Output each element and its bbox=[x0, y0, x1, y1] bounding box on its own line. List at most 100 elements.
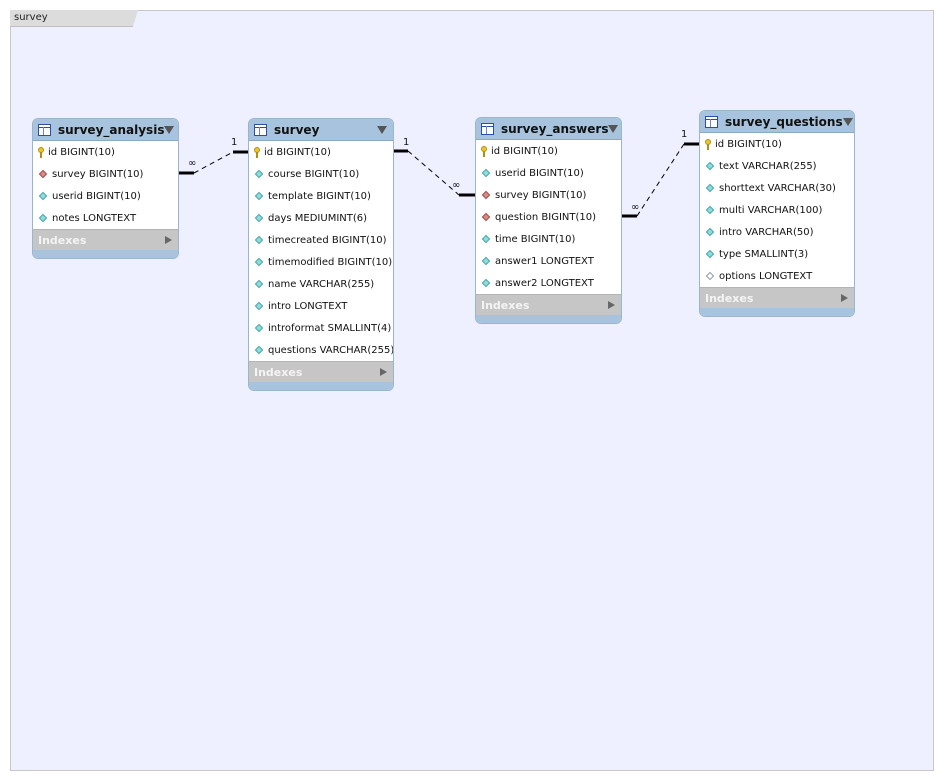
foreign-key-icon bbox=[481, 212, 491, 222]
column-label: days MEDIUMINT(6) bbox=[268, 212, 368, 224]
column-label: survey BIGINT(10) bbox=[52, 168, 144, 180]
column-row[interactable]: shorttext VARCHAR(30) bbox=[700, 177, 854, 199]
foreign-key-icon bbox=[38, 169, 48, 179]
collapse-arrow-icon[interactable] bbox=[608, 124, 619, 133]
column-row[interactable]: userid BIGINT(10) bbox=[476, 162, 621, 184]
indexes-section[interactable]: Indexes bbox=[33, 229, 178, 250]
column-row[interactable]: text VARCHAR(255) bbox=[700, 155, 854, 177]
entity-footer bbox=[700, 308, 854, 316]
column-label: time BIGINT(10) bbox=[495, 233, 576, 245]
nullable-column-icon bbox=[705, 271, 715, 281]
relationship-answers-questions[interactable]: ∞ 1 bbox=[622, 129, 699, 218]
collapse-arrow-icon[interactable] bbox=[164, 125, 175, 134]
relationship-survey-answers[interactable]: 1 ∞ bbox=[394, 137, 475, 197]
column-label: course BIGINT(10) bbox=[268, 168, 360, 180]
relationship-analysis-survey[interactable]: ∞ 1 bbox=[179, 137, 248, 175]
column-row[interactable]: time BIGINT(10) bbox=[476, 228, 621, 250]
column-icon bbox=[254, 191, 264, 201]
entity-footer bbox=[476, 315, 621, 323]
entity-survey-answers[interactable]: survey_answers id BIGINT(10) userid BIGI… bbox=[475, 117, 622, 324]
column-row[interactable]: timecreated BIGINT(10) bbox=[249, 229, 393, 251]
column-label: intro VARCHAR(50) bbox=[719, 226, 814, 238]
column-icon bbox=[481, 278, 491, 288]
column-label: notes LONGTEXT bbox=[52, 212, 137, 224]
collapse-arrow-icon[interactable] bbox=[842, 117, 853, 126]
column-row[interactable]: days MEDIUMINT(6) bbox=[249, 207, 393, 229]
column-row[interactable]: id BIGINT(10) bbox=[249, 141, 393, 163]
entity-footer bbox=[33, 250, 178, 258]
column-label: intro LONGTEXT bbox=[268, 300, 348, 312]
column-row[interactable]: template BIGINT(10) bbox=[249, 185, 393, 207]
column-row[interactable]: id BIGINT(10) bbox=[476, 140, 621, 162]
indexes-label: Indexes bbox=[481, 298, 530, 312]
column-row[interactable]: introformat SMALLINT(4) bbox=[249, 317, 393, 339]
column-icon bbox=[254, 323, 264, 333]
column-row[interactable]: questions VARCHAR(255) bbox=[249, 339, 393, 361]
column-list: id BIGINT(10) userid BIGINT(10) survey B… bbox=[476, 140, 621, 294]
column-label: id BIGINT(10) bbox=[264, 146, 331, 158]
rel-cardinality-many: ∞ bbox=[631, 202, 639, 213]
expand-arrow-icon[interactable] bbox=[165, 236, 172, 244]
column-label: questions VARCHAR(255) bbox=[268, 344, 394, 356]
column-list: id BIGINT(10) course BIGINT(10) template… bbox=[249, 141, 393, 361]
entity-header[interactable]: survey_answers bbox=[476, 118, 621, 140]
column-row[interactable]: type SMALLINT(3) bbox=[700, 243, 854, 265]
column-label: text VARCHAR(255) bbox=[719, 160, 817, 172]
column-row[interactable]: answer1 LONGTEXT bbox=[476, 250, 621, 272]
column-icon bbox=[254, 169, 264, 179]
column-icon bbox=[254, 213, 264, 223]
column-row[interactable]: options LONGTEXT bbox=[700, 265, 854, 287]
column-row[interactable]: question BIGINT(10) bbox=[476, 206, 621, 228]
column-row[interactable]: survey BIGINT(10) bbox=[33, 163, 178, 185]
entity-header[interactable]: survey bbox=[249, 119, 393, 141]
column-row[interactable]: answer2 LONGTEXT bbox=[476, 272, 621, 294]
column-label: name VARCHAR(255) bbox=[268, 278, 375, 290]
rel-connector bbox=[193, 151, 234, 174]
column-icon bbox=[705, 249, 715, 259]
entity-header[interactable]: survey_questions bbox=[700, 111, 854, 133]
rel-cardinality-many: ∞ bbox=[188, 158, 196, 169]
entity-title: survey bbox=[274, 122, 320, 137]
column-label: userid BIGINT(10) bbox=[495, 167, 584, 179]
column-row[interactable]: course BIGINT(10) bbox=[249, 163, 393, 185]
column-label: question BIGINT(10) bbox=[495, 211, 597, 223]
column-icon bbox=[481, 256, 491, 266]
column-label: multi VARCHAR(100) bbox=[719, 204, 823, 216]
indexes-section[interactable]: Indexes bbox=[476, 294, 621, 315]
column-label: type SMALLINT(3) bbox=[719, 248, 809, 260]
column-row[interactable]: name VARCHAR(255) bbox=[249, 273, 393, 295]
column-label: timemodified BIGINT(10) bbox=[268, 256, 393, 268]
column-icon bbox=[705, 183, 715, 193]
column-label: timecreated BIGINT(10) bbox=[268, 234, 387, 246]
indexes-section[interactable]: Indexes bbox=[700, 287, 854, 308]
expand-arrow-icon[interactable] bbox=[841, 294, 848, 302]
column-row[interactable]: timemodified BIGINT(10) bbox=[249, 251, 393, 273]
entity-title: survey_analysis bbox=[58, 122, 165, 137]
column-row[interactable]: multi VARCHAR(100) bbox=[700, 199, 854, 221]
column-icon bbox=[254, 235, 264, 245]
rel-cardinality-one: 1 bbox=[403, 137, 409, 148]
column-row[interactable]: survey BIGINT(10) bbox=[476, 184, 621, 206]
column-row[interactable]: notes LONGTEXT bbox=[33, 207, 178, 229]
primary-key-icon bbox=[705, 138, 711, 150]
column-row[interactable]: intro LONGTEXT bbox=[249, 295, 393, 317]
collapse-arrow-icon[interactable] bbox=[377, 125, 387, 134]
entity-survey-questions[interactable]: survey_questions id BIGINT(10) text VARC… bbox=[699, 110, 855, 317]
column-icon bbox=[705, 205, 715, 215]
entity-survey[interactable]: survey id BIGINT(10) course BIGINT(10) t… bbox=[248, 118, 394, 391]
column-label: id BIGINT(10) bbox=[491, 145, 558, 157]
column-row[interactable]: id BIGINT(10) bbox=[33, 141, 178, 163]
expand-arrow-icon[interactable] bbox=[380, 368, 387, 376]
primary-key-icon bbox=[38, 146, 44, 158]
column-row[interactable]: userid BIGINT(10) bbox=[33, 185, 178, 207]
column-icon bbox=[254, 345, 264, 355]
entity-header[interactable]: survey_analysis bbox=[33, 119, 178, 141]
column-icon bbox=[705, 161, 715, 171]
column-row[interactable]: intro VARCHAR(50) bbox=[700, 221, 854, 243]
indexes-section[interactable]: Indexes bbox=[249, 361, 393, 382]
entity-survey-analysis[interactable]: survey_analysis id BIGINT(10) survey BIG… bbox=[32, 118, 179, 259]
column-row[interactable]: id BIGINT(10) bbox=[700, 133, 854, 155]
table-icon bbox=[705, 115, 718, 128]
expand-arrow-icon[interactable] bbox=[608, 301, 615, 309]
column-label: template BIGINT(10) bbox=[268, 190, 371, 202]
